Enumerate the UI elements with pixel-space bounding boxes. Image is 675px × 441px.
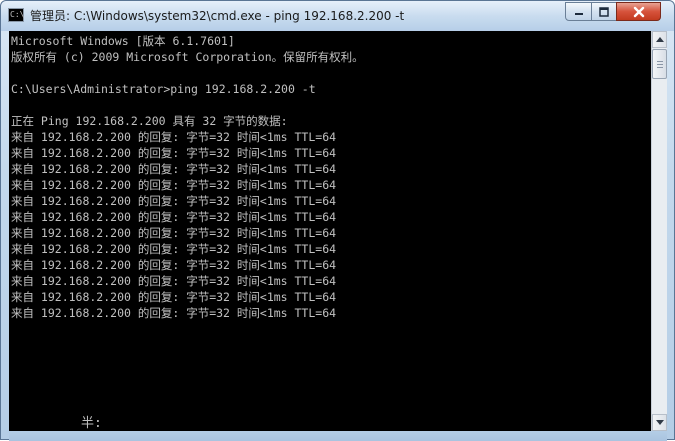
cmd-window: C:\ 管理员: C:\Windows\system32\cmd.exe - p…	[0, 0, 675, 441]
scroll-up-arrow-icon	[655, 37, 664, 42]
console-line: 来自 192.168.2.200 的回复: 字节=32 时间<1ms TTL=6…	[11, 130, 337, 144]
close-button[interactable]	[616, 2, 661, 21]
title-bar[interactable]: C:\ 管理员: C:\Windows\system32\cmd.exe - p…	[1, 1, 674, 31]
console-line: 来自 192.168.2.200 的回复: 字节=32 时间<1ms TTL=6…	[11, 194, 337, 208]
vertical-scrollbar[interactable]	[651, 31, 667, 431]
console-line: 版权所有 (c) 2009 Microsoft Corporation。保留所有…	[11, 50, 364, 64]
thumb-grip	[657, 61, 663, 62]
window-title: 管理员: C:\Windows\system32\cmd.exe - ping …	[30, 9, 405, 23]
console-line: 来自 192.168.2.200 的回复: 字节=32 时间<1ms TTL=6…	[11, 178, 337, 192]
console-line: 来自 192.168.2.200 的回复: 字节=32 时间<1ms TTL=6…	[11, 226, 337, 240]
scroll-up-button[interactable]	[652, 31, 667, 48]
console-line: 来自 192.168.2.200 的回复: 字节=32 时间<1ms TTL=6…	[11, 290, 337, 304]
maximize-button[interactable]	[591, 2, 617, 21]
console-line: 正在 Ping 192.168.2.200 具有 32 字节的数据:	[11, 114, 288, 128]
thumb-grip	[657, 64, 663, 65]
console-line: 来自 192.168.2.200 的回复: 字节=32 时间<1ms TTL=6…	[11, 306, 337, 320]
console-line: 来自 192.168.2.200 的回复: 字节=32 时间<1ms TTL=6…	[11, 258, 337, 272]
console-line: 来自 192.168.2.200 的回复: 字节=32 时间<1ms TTL=6…	[11, 162, 337, 176]
console-line: C:\Users\Administrator>ping 192.168.2.20…	[11, 82, 316, 96]
scroll-down-arrow-icon	[655, 420, 664, 425]
close-icon	[633, 6, 644, 17]
minimize-icon	[574, 12, 583, 15]
console-line: 来自 192.168.2.200 的回复: 字节=32 时间<1ms TTL=6…	[11, 242, 337, 256]
ime-status: 半:	[81, 416, 102, 431]
maximize-icon	[599, 6, 609, 17]
thumb-grip	[657, 67, 663, 68]
minimize-button[interactable]	[565, 2, 592, 21]
console-line: 来自 192.168.2.200 的回复: 字节=32 时间<1ms TTL=6…	[11, 274, 337, 288]
cmd-icon[interactable]: C:\	[8, 8, 24, 22]
scroll-down-button[interactable]	[652, 414, 667, 431]
console-line: 来自 192.168.2.200 的回复: 字节=32 时间<1ms TTL=6…	[11, 146, 337, 160]
console-output[interactable]: Microsoft Windows [版本 6.1.7601] 版权所有 (c) …	[9, 31, 651, 431]
console-line: Microsoft Windows [版本 6.1.7601]	[11, 34, 235, 48]
cmd-icon-glyph: C:\	[10, 10, 25, 19]
console-line: 来自 192.168.2.200 的回复: 字节=32 时间<1ms TTL=6…	[11, 210, 337, 224]
scroll-thumb[interactable]	[652, 49, 667, 79]
